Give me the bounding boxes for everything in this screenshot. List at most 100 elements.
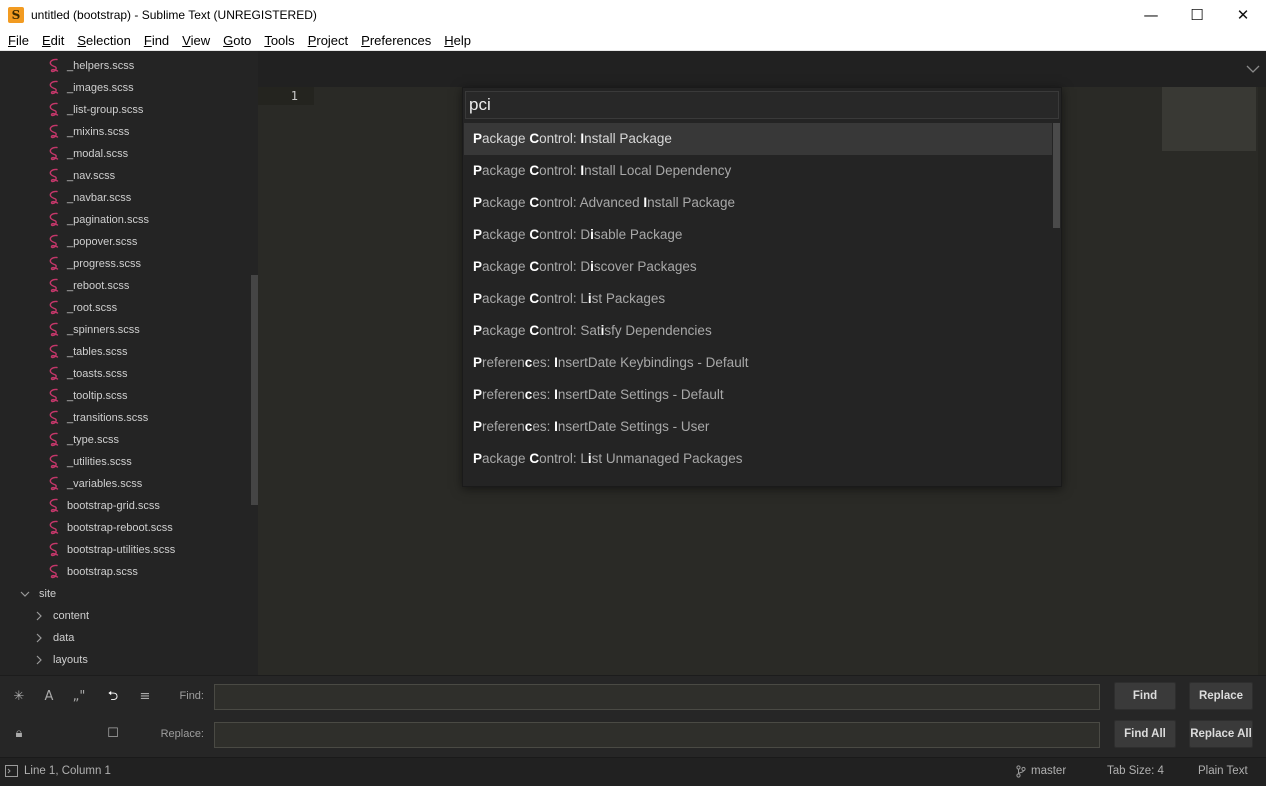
palette-item[interactable]: Preferences: InsertDate Keybindings - De… (464, 347, 1052, 379)
sidebar-file-item[interactable]: _tables.scss (48, 341, 128, 363)
sidebar-file-item[interactable]: _variables.scss (48, 473, 142, 495)
title-bar: S untitled (bootstrap) - Sublime Text (U… (0, 0, 1266, 30)
item-text: nstall Package (647, 195, 735, 210)
palette-item[interactable]: Preferences: InsertDate Settings - Defau… (464, 379, 1052, 411)
sidebar-folder-site[interactable]: site (19, 583, 56, 605)
sass-file-icon (49, 234, 59, 249)
sidebar-file-item[interactable]: _popover.scss (48, 231, 137, 253)
palette-item[interactable]: Package Control: List Unmanaged Packages (464, 443, 1052, 475)
replace-button[interactable]: Replace (1189, 682, 1253, 710)
match-highlight: C (529, 163, 540, 178)
find-input[interactable] (215, 685, 1099, 709)
sidebar-file-item[interactable]: _transitions.scss (48, 407, 148, 429)
find-all-button[interactable]: Find All (1114, 720, 1176, 748)
palette-item[interactable]: Package Control: List Packages (464, 283, 1052, 315)
file-name: bootstrap-grid.scss (67, 500, 160, 512)
palette-input[interactable]: pci (465, 91, 1059, 119)
chevron-down-icon[interactable] (19, 588, 31, 600)
replace-input[interactable] (215, 723, 1099, 747)
palette-item[interactable]: Package Control: Advanced Install Packag… (464, 187, 1052, 219)
editor-scrollbar[interactable] (1258, 87, 1266, 675)
find-button[interactable]: Find (1114, 682, 1176, 710)
highlight-matches-icon[interactable]: ☐ (105, 726, 121, 742)
sidebar-file-item[interactable]: _spinners.scss (48, 319, 140, 341)
replace-all-button[interactable]: Replace All (1189, 720, 1253, 748)
palette-item[interactable]: Package Control: Install Package (464, 123, 1052, 155)
sidebar-file-item[interactable]: _progress.scss (48, 253, 141, 275)
menu-preferences[interactable]: Preferences (353, 33, 436, 48)
sidebar-file-item[interactable]: _modal.scss (48, 143, 128, 165)
sidebar-file-item[interactable]: bootstrap-reboot.scss (48, 517, 173, 539)
menu-selection[interactable]: Selection (69, 33, 135, 48)
menu-project[interactable]: Project (300, 33, 353, 48)
match-highlight: P (473, 419, 483, 434)
chevron-down-icon[interactable] (1246, 63, 1260, 75)
match-highlight: C (529, 291, 540, 306)
folder-name: site (39, 588, 57, 600)
sidebar-folder-content[interactable]: content (33, 605, 89, 627)
menu-view[interactable]: View (174, 33, 215, 48)
regex-icon[interactable]: ✳ (11, 689, 27, 705)
chevron-right-icon[interactable] (33, 632, 45, 644)
sidebar: _helpers.scss _images.scss _list-group.scs… (0, 51, 258, 675)
sidebar-file-item[interactable]: bootstrap-utilities.scss (48, 539, 175, 561)
palette-item[interactable]: Preferences: InsertDate Settings - User (464, 411, 1052, 443)
sass-file-icon (49, 190, 59, 205)
sidebar-file-item[interactable]: _pagination.scss (48, 209, 149, 231)
sidebar-scrollbar[interactable] (251, 275, 258, 505)
file-name: _popover.scss (67, 236, 138, 248)
chevron-right-icon[interactable] (33, 610, 45, 622)
sidebar-file-item[interactable]: _images.scss (48, 77, 134, 99)
maximize-button[interactable]: ☐ (1174, 0, 1220, 30)
preserve-case-icon[interactable]: 🔒︎ (11, 726, 27, 742)
palette-item[interactable]: Package Control: Disable Package (464, 219, 1052, 251)
sass-file-icon (49, 146, 59, 161)
palette-item[interactable]: Package Control: Install Local Dependenc… (464, 155, 1052, 187)
sidebar-file-item[interactable]: bootstrap.scss (48, 561, 138, 583)
sidebar-file-item[interactable]: _reboot.scss (48, 275, 129, 297)
file-name: _variables.scss (67, 478, 143, 490)
menu-tools[interactable]: Tools (256, 33, 299, 48)
minimap[interactable] (1162, 87, 1256, 151)
sidebar-file-item[interactable]: _mixins.scss (48, 121, 129, 143)
sass-file-icon (49, 168, 59, 183)
sass-file-icon (49, 564, 59, 579)
menu-help[interactable]: Help (436, 33, 476, 48)
sidebar-file-item[interactable]: bootstrap-grid.scss (48, 495, 160, 517)
sidebar-folder-layouts[interactable]: layouts (33, 649, 88, 671)
cursor-position[interactable]: Line 1, Column 1 (24, 758, 111, 785)
palette-scrollbar[interactable] (1053, 123, 1060, 228)
menu-find[interactable]: Find (136, 33, 174, 48)
sidebar-file-item[interactable]: _list-group.scss (48, 99, 143, 121)
menu-bar: File Edit Selection Find View Goto Tools… (0, 30, 1266, 51)
sidebar-file-item[interactable]: _navbar.scss (48, 187, 131, 209)
whole-word-icon[interactable]: „" (71, 689, 87, 705)
chevron-right-icon[interactable] (33, 654, 45, 666)
close-button[interactable]: ✕ (1220, 0, 1266, 30)
git-branch[interactable]: master (1031, 758, 1066, 785)
tab-size[interactable]: Tab Size: 4 (1107, 758, 1164, 785)
wrap-icon[interactable]: ⮌ (105, 689, 121, 705)
palette-item[interactable]: Package Control: Discover Packages (464, 251, 1052, 283)
item-text: ontrol: L (539, 451, 588, 466)
sidebar-file-item[interactable]: _nav.scss (48, 165, 115, 187)
case-sensitive-icon[interactable]: A (41, 689, 57, 705)
match-highlight: P (473, 291, 483, 306)
sidebar-file-item[interactable]: _utilities.scss (48, 451, 132, 473)
item-text: ontrol: D (539, 227, 591, 242)
menu-file[interactable]: File (0, 33, 34, 48)
palette-item[interactable]: Package Control: Satisfy Dependencies (464, 315, 1052, 347)
menu-edit[interactable]: Edit (34, 33, 69, 48)
sidebar-file-item[interactable]: _toasts.scss (48, 363, 128, 385)
menu-goto[interactable]: Goto (215, 33, 256, 48)
sidebar-file-item[interactable]: _root.scss (48, 297, 117, 319)
console-icon[interactable] (5, 765, 18, 777)
minimize-button[interactable]: — (1128, 0, 1174, 30)
syntax-mode[interactable]: Plain Text (1198, 758, 1248, 785)
sidebar-file-item[interactable]: _tooltip.scss (48, 385, 128, 407)
sidebar-file-item[interactable]: _helpers.scss (48, 55, 134, 77)
sidebar-file-item[interactable]: _type.scss (48, 429, 119, 451)
sass-file-icon (49, 432, 59, 447)
replace-field-wrapper (214, 722, 1100, 748)
sidebar-folder-data[interactable]: data (33, 627, 74, 649)
